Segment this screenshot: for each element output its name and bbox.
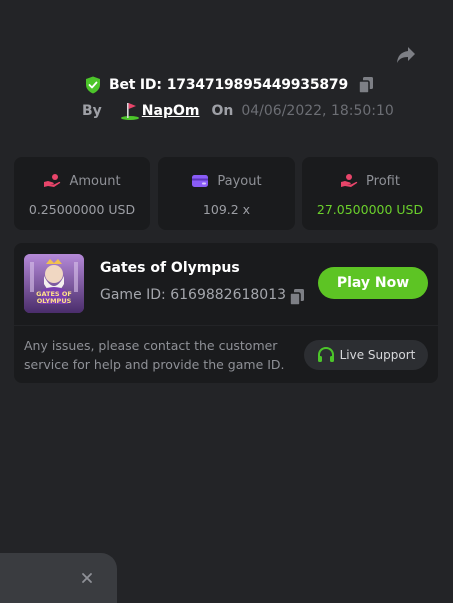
by-label: By xyxy=(82,103,102,119)
on-label: On xyxy=(211,103,234,119)
stat-amount-label: Amount xyxy=(69,173,121,189)
play-now-button[interactable]: Play Now xyxy=(318,267,428,299)
live-support-button[interactable]: Live Support xyxy=(304,340,428,370)
hand-coins-icon xyxy=(340,173,358,189)
card-divider xyxy=(14,325,438,326)
stat-payout-label: Payout xyxy=(217,173,262,189)
bet-meta-row: By NapOm On 04/06/2022, 18:50:10 xyxy=(82,100,394,122)
toast-close-button[interactable] xyxy=(80,571,94,585)
stat-amount: Amount 0.25000000 USD xyxy=(14,157,150,230)
share-icon xyxy=(397,47,415,63)
bet-timestamp: 04/06/2022, 18:50:10 xyxy=(241,103,394,119)
stat-profit-value: 27.0500000 USD xyxy=(316,202,424,217)
verified-shield-icon xyxy=(85,76,101,94)
copy-icon xyxy=(289,289,304,306)
game-id: Game ID: 6169882618013 xyxy=(100,287,286,303)
share-button[interactable] xyxy=(393,43,419,67)
stat-profit-label: Profit xyxy=(366,173,400,189)
wallet-card-icon xyxy=(191,173,209,189)
hand-coins-icon xyxy=(43,173,61,189)
bet-id: Bet ID: 1734719895449935879 xyxy=(109,77,348,93)
stat-amount-value: 0.25000000 USD xyxy=(28,202,136,217)
live-support-label: Live Support xyxy=(339,348,416,362)
username-link[interactable]: NapOm xyxy=(142,103,200,119)
headphones-icon xyxy=(317,347,335,363)
copy-bet-id-button[interactable] xyxy=(358,76,374,94)
game-title: Gates of Olympus xyxy=(100,260,240,276)
bet-id-value: 1734719895449935879 xyxy=(166,77,349,93)
toast-panel xyxy=(0,553,117,603)
stat-profit: Profit 27.0500000 USD xyxy=(302,157,438,230)
golf-flag-icon xyxy=(120,102,140,120)
stat-payout-value: 109.2 x xyxy=(202,202,251,217)
stat-payout: Payout 109.2 x xyxy=(158,157,295,230)
bet-id-row: Bet ID: 1734719895449935879 xyxy=(0,74,453,96)
copy-icon xyxy=(358,77,374,94)
support-help-text: Any issues, please contact the customer … xyxy=(24,338,285,372)
close-icon xyxy=(82,573,92,583)
game-card: GATES OF OLYMPUS Gates of Olympus Game I… xyxy=(14,243,438,383)
game-id-value: 6169882618013 xyxy=(170,287,287,303)
game-id-label: Game ID: xyxy=(100,287,166,303)
bet-detail-page: Bet ID: 1734719895449935879 By NapOm On 0… xyxy=(0,0,453,603)
thumbnail-title: GATES OF OLYMPUS xyxy=(24,291,84,305)
bet-stats: Amount 0.25000000 USD Payout 109.2 x Pro… xyxy=(14,157,438,230)
copy-game-id-button[interactable] xyxy=(289,288,305,306)
bet-id-label: Bet ID: xyxy=(108,77,162,93)
thumbnail-title-line-2: OLYMPUS xyxy=(36,297,72,305)
